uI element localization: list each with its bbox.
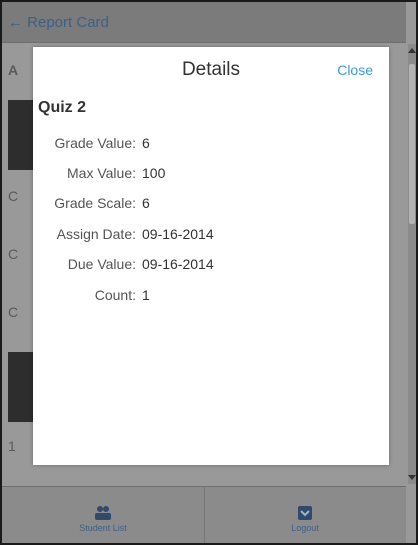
item-title: Quiz 2 [38,99,87,116]
detail-label: Grade Scale: [54,195,136,211]
detail-label: Max Value: [67,165,136,181]
detail-row-count: Count: 1 [33,287,389,307]
scroll-down-icon[interactable] [408,475,416,480]
detail-value: 100 [142,165,166,181]
student-list-button[interactable]: Student List [2,487,205,543]
dialog-title: Details [181,59,241,80]
details-dialog: Details Close Quiz 2 Grade Value: 6 Max … [33,47,389,465]
logout-label: Logout [291,523,319,533]
background-row: 1 [8,438,16,454]
top-bar: ← Report Card [2,2,406,43]
detail-row-grade-value: Grade Value: 6 [33,135,389,155]
background-row: A [8,62,19,78]
detail-value: 1 [142,287,150,303]
logout-icon [298,506,312,520]
detail-row-assign-date: Assign Date: 09-16-2014 [33,226,389,246]
background-row: C [8,188,19,204]
detail-value: 09-16-2014 [142,256,214,272]
detail-value: 09-16-2014 [142,226,214,242]
detail-value: 6 [142,135,150,151]
logout-button[interactable]: Logout [204,487,406,543]
detail-row-max-value: Max Value: 100 [33,165,389,185]
detail-row-due-value: Due Value: 09-16-2014 [33,256,389,276]
users-icon [95,506,111,520]
close-button[interactable]: Close [337,62,373,78]
background-row: C [8,246,19,262]
scrollbar-thumb[interactable] [409,64,415,224]
student-list-label: Student List [79,523,127,533]
background-row: C [8,304,19,320]
footer-nav: Student List Logout [2,486,406,543]
scroll-up-icon[interactable] [408,48,416,53]
dialog-header: Details Close [33,47,389,95]
back-to-report-card-link[interactable]: ← Report Card [8,14,109,31]
app-frame: ← Report Card A C C C 1 Student List Log… [2,2,416,543]
detail-label: Count: [94,287,136,303]
detail-label: Assign Date: [56,226,136,242]
detail-value: 6 [142,195,150,211]
detail-label: Grade Value: [54,135,136,151]
detail-label: Due Value: [67,256,136,272]
page-scrollbar[interactable] [408,44,416,484]
detail-row-grade-scale: Grade Scale: 6 [33,195,389,215]
